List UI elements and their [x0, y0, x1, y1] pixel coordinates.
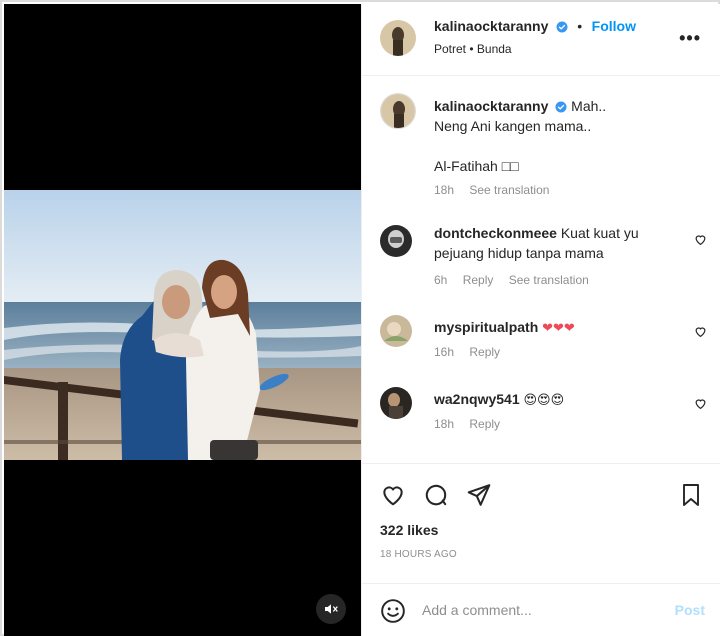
likes-count[interactable]: 322 likes — [380, 522, 438, 538]
more-icon[interactable]: ••• — [679, 28, 701, 49]
comment-avatar[interactable] — [380, 225, 412, 257]
save-icon[interactable] — [679, 482, 703, 508]
like-icon[interactable] — [380, 482, 406, 508]
comment-username[interactable]: wa2nqwy541 — [434, 391, 520, 407]
caption-meta: 18h See translation — [434, 183, 561, 197]
reply-button[interactable]: Reply — [469, 417, 500, 431]
post-header: kalinaocktaranny • Follow Potret • Bunda… — [362, 4, 720, 76]
comment-text: dontcheckonmeee Kuat kuat yu pejuang hid… — [434, 223, 674, 263]
caption-line-2: Neng Ani kangen mama.. — [434, 118, 592, 134]
caption-line-3: Al-Fatihah □□ — [434, 158, 519, 174]
comment-like-icon[interactable] — [694, 325, 707, 338]
comment-meta: 6h Reply See translation — [434, 273, 601, 287]
caption-avatar[interactable] — [380, 93, 416, 129]
comment-username[interactable]: myspiritualpath — [434, 319, 538, 335]
post-modal: kalinaocktaranny • Follow Potret • Bunda… — [0, 0, 720, 636]
comment-text: wa2nqwy541 😍😍😍 — [434, 389, 674, 411]
post-button[interactable]: Post — [675, 602, 705, 618]
comment-icon[interactable] — [423, 482, 449, 508]
caption-time: 18h — [434, 183, 455, 197]
comment-like-icon[interactable] — [694, 233, 707, 246]
caption-username[interactable]: kalinaocktaranny — [434, 98, 548, 114]
share-icon[interactable] — [466, 482, 492, 508]
comment-body: ❤❤❤ — [542, 321, 575, 336]
reply-button[interactable]: Reply — [463, 273, 494, 287]
see-translation-link[interactable]: See translation — [469, 183, 549, 197]
mute-icon — [325, 604, 338, 614]
post-photo[interactable] — [4, 190, 361, 460]
comment-avatar[interactable] — [380, 387, 412, 419]
verified-icon — [555, 101, 567, 113]
comment-time: 18h — [434, 417, 455, 431]
follow-button[interactable]: Follow — [592, 18, 636, 34]
caption-text: kalinaocktaranny Mah.. Neng Ani kangen m… — [434, 96, 674, 176]
reply-button[interactable]: Reply — [469, 345, 500, 359]
author-avatar[interactable] — [380, 20, 416, 56]
emoji-icon[interactable] — [380, 598, 406, 624]
post-actions: 322 likes 18 HOURS AGO — [362, 463, 720, 583]
separator-dot: • — [577, 18, 583, 34]
post-timestamp: 18 HOURS AGO — [380, 549, 457, 560]
comment-like-icon[interactable] — [694, 397, 707, 410]
comment-avatar[interactable] — [380, 315, 412, 347]
comment-time: 6h — [434, 273, 448, 287]
comment-username[interactable]: dontcheckonmeee — [434, 225, 557, 241]
comment-time: 16h — [434, 345, 455, 359]
verified-icon — [556, 21, 568, 33]
comments-list[interactable]: kalinaocktaranny Mah.. Neng Ani kangen m… — [362, 77, 720, 462]
comment-text: myspiritualpath ❤❤❤ — [434, 317, 674, 339]
comment-meta: 16h Reply — [434, 345, 512, 359]
author-username[interactable]: kalinaocktaranny — [434, 18, 548, 34]
mute-button[interactable] — [316, 594, 346, 624]
comment-composer: Post — [362, 583, 720, 636]
post-sidebar: kalinaocktaranny • Follow Potret • Bunda… — [361, 4, 720, 636]
caption-line-1: Mah.. — [571, 98, 607, 114]
comment-meta: 18h Reply — [434, 417, 512, 431]
see-translation-link[interactable]: See translation — [509, 273, 589, 287]
post-location[interactable]: Potret • Bunda — [434, 42, 512, 56]
comment-input[interactable] — [422, 598, 662, 622]
comment-body: 😍😍😍 — [523, 393, 565, 408]
media-pane — [4, 4, 361, 636]
